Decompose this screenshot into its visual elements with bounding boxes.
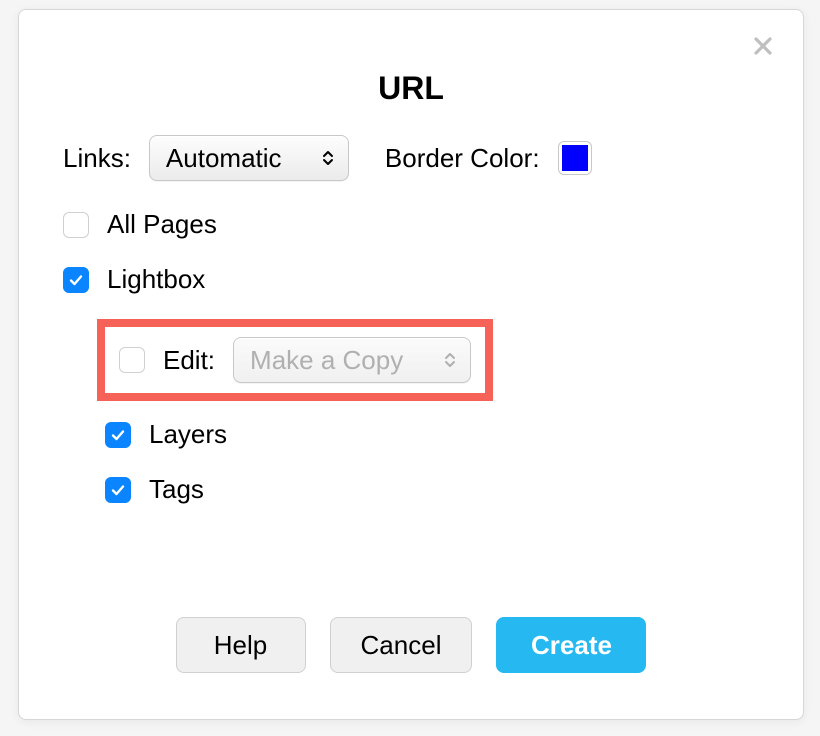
edit-label: Edit: bbox=[163, 345, 215, 376]
links-select[interactable]: Automatic bbox=[149, 135, 349, 181]
dialog-title: URL bbox=[19, 70, 803, 107]
options-group: All Pages Lightbox Edit: Make a Copy bbox=[63, 209, 759, 505]
lightbox-checkbox[interactable] bbox=[63, 267, 89, 293]
links-label: Links: bbox=[63, 143, 131, 174]
links-row: Links: Automatic Border Color: bbox=[63, 135, 759, 181]
tags-label: Tags bbox=[149, 474, 204, 505]
option-layers: Layers bbox=[105, 419, 759, 450]
all-pages-label: All Pages bbox=[107, 209, 217, 240]
edit-checkbox[interactable] bbox=[119, 347, 145, 373]
links-select-value: Automatic bbox=[166, 143, 282, 174]
button-row: Help Cancel Create bbox=[19, 617, 803, 673]
close-icon[interactable] bbox=[751, 34, 775, 58]
edit-highlight-annotation: Edit: Make a Copy bbox=[97, 319, 493, 401]
layers-label: Layers bbox=[149, 419, 227, 450]
option-all-pages: All Pages bbox=[63, 209, 759, 240]
tags-checkbox[interactable] bbox=[105, 477, 131, 503]
help-button[interactable]: Help bbox=[176, 617, 306, 673]
layers-checkbox[interactable] bbox=[105, 422, 131, 448]
border-color-value bbox=[562, 145, 588, 171]
chevron-updown-icon bbox=[322, 150, 334, 166]
create-button[interactable]: Create bbox=[496, 617, 646, 673]
option-lightbox: Lightbox bbox=[63, 264, 759, 295]
lightbox-label: Lightbox bbox=[107, 264, 205, 295]
all-pages-checkbox[interactable] bbox=[63, 212, 89, 238]
edit-select-value: Make a Copy bbox=[250, 345, 403, 376]
cancel-button[interactable]: Cancel bbox=[330, 617, 473, 673]
option-tags: Tags bbox=[105, 474, 759, 505]
edit-select[interactable]: Make a Copy bbox=[233, 337, 471, 383]
form-area: Links: Automatic Border Color: All Pages bbox=[19, 107, 803, 505]
border-color-label: Border Color: bbox=[385, 143, 540, 174]
border-color-swatch[interactable] bbox=[558, 141, 592, 175]
chevron-updown-icon bbox=[444, 352, 456, 368]
url-dialog: URL Links: Automatic Border Color: All P… bbox=[18, 9, 804, 720]
